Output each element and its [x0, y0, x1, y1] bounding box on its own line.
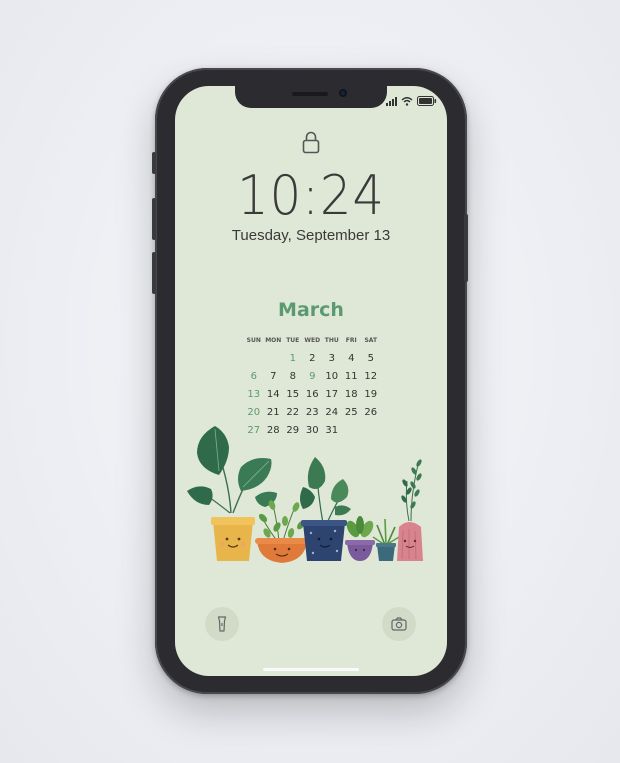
weekday-label: THU [324, 337, 339, 344]
calendar-day: 25 [344, 407, 358, 418]
purple-bowl-plant [345, 516, 375, 561]
earpiece-speaker [292, 92, 328, 96]
blue-pot-plant [372, 518, 400, 561]
calendar-day: 14 [266, 389, 280, 400]
weekday-label: MON [265, 337, 282, 344]
volume-up-button [152, 198, 156, 240]
calendar-day: 5 [367, 353, 374, 364]
calendar-week-row: 20 21 22 23 24 25 26 [244, 404, 381, 422]
weekday-label: WED [304, 337, 321, 344]
mute-switch [152, 152, 156, 174]
volume-down-button [152, 252, 156, 294]
calendar-day: 4 [348, 353, 355, 364]
potted-plants-illustration [187, 426, 423, 563]
calendar-day: 17 [325, 389, 339, 400]
calendar-day: 11 [344, 371, 358, 382]
calendar-empty-cell [244, 350, 264, 368]
navy-pot-plant [300, 457, 351, 561]
calendar-day: 24 [325, 407, 339, 418]
weekday-label: SAT [364, 337, 378, 344]
clock-date: Tuesday, September 13 [231, 227, 391, 244]
calendar-day: 8 [289, 371, 296, 382]
calendar-day: 7 [270, 371, 277, 382]
calendar-day: 2 [309, 353, 316, 364]
weekday-label: FRI [345, 337, 357, 344]
lock-screen: 10:24 Tuesday, September 13 March SUN MO… [175, 86, 447, 676]
calendar-day: 20 [247, 407, 261, 418]
cellular-signal-icon [386, 97, 397, 106]
clock-time: 10:24 [237, 164, 385, 227]
calendar-week-row: 13 14 15 16 17 18 19 [244, 386, 381, 404]
flashlight-button[interactable] [205, 607, 239, 641]
camera-button[interactable] [382, 607, 416, 641]
calendar-day: 26 [364, 407, 378, 418]
status-bar [386, 96, 437, 106]
notch [235, 86, 387, 108]
orange-bowl-plant [255, 500, 309, 563]
weekday-label: TUE [286, 337, 300, 344]
home-indicator[interactable] [263, 668, 359, 671]
calendar-day: 1 [289, 353, 296, 364]
weekday-label: SUN [246, 337, 261, 344]
flashlight-icon [217, 616, 227, 632]
wifi-icon [401, 97, 413, 106]
front-camera [339, 89, 347, 97]
battery-icon [417, 96, 437, 106]
calendar-day: 9 [309, 371, 316, 382]
calendar-weekday-header: SUN MON TUE WED THU FRI SAT [244, 334, 381, 350]
calendar-day: 21 [266, 407, 280, 418]
calendar-day: 12 [364, 371, 378, 382]
calendar-empty-cell [264, 350, 284, 368]
calendar-day: 6 [250, 371, 257, 382]
calendar-day: 15 [286, 389, 300, 400]
calendar-day: 18 [344, 389, 358, 400]
lock-icon [302, 131, 320, 154]
camera-icon [391, 617, 407, 631]
pink-pot-plant [397, 459, 423, 561]
calendar-week-row: 6 7 8 9 10 11 12 [244, 368, 381, 386]
calendar-month-title: March [278, 299, 344, 321]
calendar-day: 23 [305, 407, 319, 418]
calendar-day: 19 [364, 389, 378, 400]
calendar-day: 16 [305, 389, 319, 400]
power-button [464, 214, 468, 282]
calendar-day: 10 [325, 371, 339, 382]
calendar-day: 22 [286, 407, 300, 418]
calendar-week-row: 1 2 3 4 5 [244, 350, 381, 368]
calendar-day: 3 [328, 353, 335, 364]
calendar-day: 13 [247, 389, 261, 400]
